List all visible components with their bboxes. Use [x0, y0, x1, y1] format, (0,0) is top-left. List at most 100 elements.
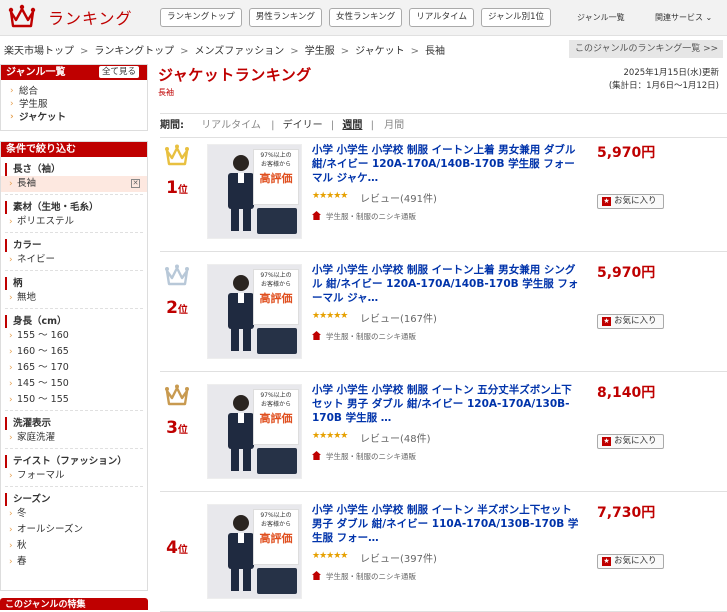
review-link[interactable]: レビュー(48件) — [360, 430, 431, 445]
shop-link[interactable]: 学生服・制服のニシキ通販 — [312, 451, 416, 462]
breadcrumb-item[interactable]: 楽天市場トップ — [4, 46, 74, 57]
review-label: レビュー — [360, 554, 400, 565]
divider — [5, 270, 143, 271]
divider: | — [370, 120, 374, 131]
feature-box-header: このジャンルの特集 — [0, 598, 148, 610]
rank-unit: 位 — [177, 545, 188, 556]
show-all-button[interactable]: 全て見る — [98, 66, 139, 78]
favorite-button[interactable]: お気に入り — [597, 314, 664, 329]
genre-ranking-list-button[interactable]: このジャンルのランキング一覧 >> — [569, 40, 723, 58]
ranking-logo[interactable]: ランキング — [8, 4, 133, 30]
breadcrumb-item[interactable]: ランキングトップ — [94, 46, 174, 57]
favorite-button[interactable]: お気に入り — [597, 554, 664, 569]
favorite-button[interactable]: お気に入り — [597, 194, 664, 209]
filter-option[interactable]: 無地 — [1, 290, 147, 306]
ranking-item: 3位 97%以上の お客様から 高評価 小学 小学生 小学校 制服 イートン 五分丈… — [160, 372, 727, 492]
genre-item[interactable]: 総合 — [1, 85, 147, 98]
rank-number: 3位 — [160, 418, 194, 438]
badge-line: 97%以上の — [260, 392, 292, 399]
jacket-icon — [257, 448, 297, 474]
genre-item-current[interactable]: ジャケット — [1, 111, 147, 124]
divider — [5, 486, 143, 487]
filter-option[interactable]: フォーマル — [1, 468, 147, 484]
badge-highlight: 高評価 — [259, 412, 293, 425]
filter-option[interactable]: 155 〜 160 — [1, 328, 147, 344]
related-services-link[interactable]: 関連サービス ⌄ — [655, 12, 712, 23]
filter-option[interactable]: 145 〜 150 — [1, 376, 147, 392]
nav-genre-first[interactable]: ジャンル別1位 — [481, 8, 551, 27]
divider: | — [271, 120, 275, 131]
clear-filter-icon[interactable]: ✕ — [131, 179, 140, 188]
badge-highlight: 高評価 — [259, 172, 293, 185]
jacket-icon — [257, 208, 297, 234]
shop-icon — [312, 211, 321, 220]
rank-badge: 3位 — [160, 384, 194, 438]
star-rating: ★★★★★ — [312, 431, 348, 441]
product-image[interactable]: 97%以上の お客様から 高評価 — [207, 504, 302, 599]
star-rating: ★★★★★ — [312, 551, 348, 561]
product-image[interactable]: 97%以上の お客様から 高評価 — [207, 384, 302, 479]
star-rating: ★★★★★ — [312, 191, 348, 201]
filter-option[interactable]: ネイビー — [1, 252, 147, 268]
filter-option[interactable]: オールシーズン — [1, 522, 147, 538]
filter-title: 洗濯表示 — [5, 417, 147, 430]
nav-male-ranking[interactable]: 男性ランキング — [248, 8, 322, 27]
nav-realtime[interactable]: リアルタイム — [409, 8, 474, 27]
nav-female-ranking[interactable]: 女性ランキング — [329, 8, 403, 27]
rank-value: 4 — [166, 538, 178, 558]
period-label: 期間: — [160, 120, 184, 131]
period-monthly[interactable]: 月間 — [384, 120, 404, 131]
rank-number: 4位 — [160, 538, 194, 558]
review-link[interactable]: レビュー(167件) — [360, 310, 437, 325]
review-count: (491件) — [400, 194, 437, 205]
product-name-link[interactable]: 小学 小学生 小学校 制服 イートン 五分丈半ズボン上下セット 男子 ダブル 紺… — [312, 383, 582, 425]
breadcrumb-item[interactable]: メンズファッション — [194, 46, 284, 57]
breadcrumb-separator: > — [80, 46, 89, 57]
filter-option[interactable]: 家庭洗濯 — [1, 430, 147, 446]
divider — [5, 194, 143, 195]
breadcrumb-item[interactable]: 学生服 — [305, 46, 335, 57]
review-count: (48件) — [400, 434, 431, 445]
product-image[interactable]: 97%以上の お客様から 高評価 — [207, 144, 302, 239]
crown-icon — [165, 384, 189, 406]
filter-option[interactable]: 150 〜 155 — [1, 392, 147, 408]
product-image[interactable]: 97%以上の お客様から高評価 — [207, 264, 302, 359]
filter-box-header: 条件で絞り込む — [1, 142, 147, 157]
product-name-link[interactable]: 小学 小学生 小学校 制服 イートン上着 男女兼用 シングル 紺/ネイビー 12… — [312, 263, 582, 305]
breadcrumb-separator: > — [290, 46, 299, 57]
period-realtime[interactable]: リアルタイム — [201, 120, 261, 131]
breadcrumb-item[interactable]: 長袖 — [425, 46, 445, 57]
filter-option[interactable]: 秋 — [1, 538, 147, 554]
rank-value: 3 — [166, 418, 178, 438]
review-link[interactable]: レビュー(491件) — [360, 190, 437, 205]
filter-option[interactable]: 冬 — [1, 506, 147, 522]
badge-line: 97%以上の — [260, 272, 292, 279]
period-daily[interactable]: デイリー — [283, 120, 323, 131]
filter-option[interactable]: 春 — [1, 554, 147, 570]
review-link[interactable]: レビュー(397件) — [360, 550, 437, 565]
product-name-link[interactable]: 小学 小学生 小学校 制服 イートン 半ズボン上下セット 男子 ダブル 紺/ネイ… — [312, 503, 582, 545]
rank-unit: 位 — [177, 305, 188, 316]
filter-option-selected[interactable]: 長袖 ✕ — [1, 176, 147, 192]
ranking-item: 4位 97%以上の お客様から 高評価 小学 小学生 小学校 制服 イートン 半ズボ… — [160, 492, 727, 612]
badge-line: お客様から — [260, 281, 291, 288]
nav-ranking-top[interactable]: ランキングトップ — [160, 8, 242, 27]
genre-list-link[interactable]: ジャンル一覧 — [577, 12, 625, 23]
filter-option[interactable]: 160 〜 165 — [1, 344, 147, 360]
crown-icon — [165, 264, 189, 286]
filter-option[interactable]: ポリエステル — [1, 214, 147, 230]
badge-highlight: 高評価 — [259, 292, 293, 305]
genre-item[interactable]: 学生服 — [1, 98, 147, 111]
filter-option[interactable]: 165 〜 170 — [1, 360, 147, 376]
badge-line: 97%以上の — [260, 152, 292, 159]
period-weekly[interactable]: 週間 — [342, 120, 362, 131]
divider — [5, 410, 143, 411]
breadcrumb-item[interactable]: ジャケット — [355, 46, 405, 57]
shop-link[interactable]: 学生服・制服のニシキ通販 — [312, 571, 416, 582]
favorite-button[interactable]: お気に入り — [597, 434, 664, 449]
product-name-link[interactable]: 小学 小学生 小学校 制服 イートン上着 男女兼用 ダブル 紺/ネイビー 120… — [312, 143, 582, 185]
rank-unit: 位 — [177, 425, 188, 436]
shop-link[interactable]: 学生服・制服のニシキ通販 — [312, 211, 416, 222]
rank-value: 1 — [166, 178, 178, 198]
shop-link[interactable]: 学生服・制服のニシキ通販 — [312, 331, 416, 342]
